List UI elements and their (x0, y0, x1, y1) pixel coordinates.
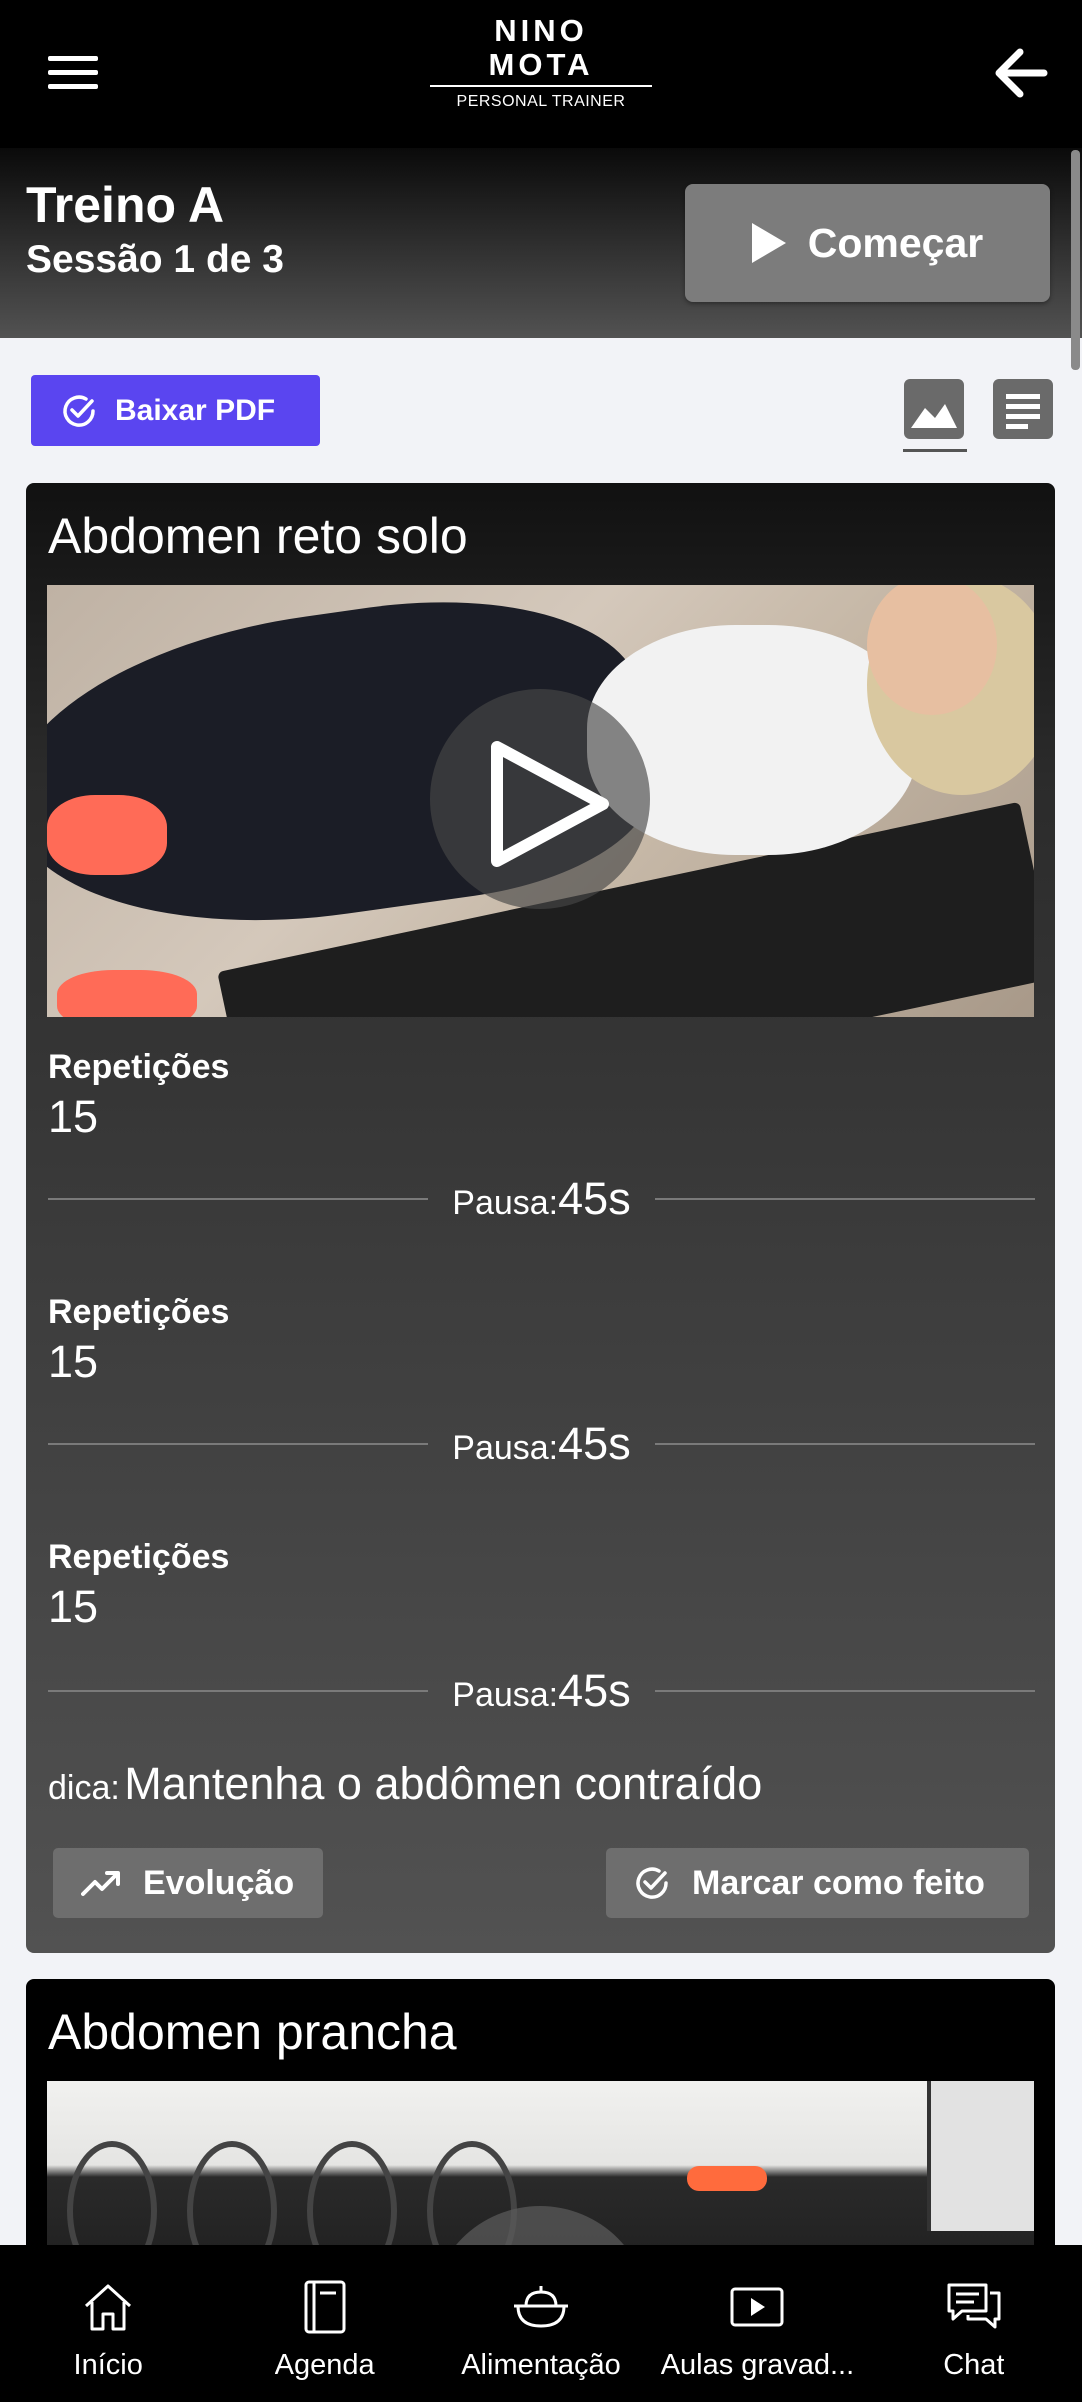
food-bowl-icon (512, 2277, 570, 2337)
pause-label: Pausa: (452, 1676, 559, 1714)
reps-value: 15 (48, 1581, 99, 1632)
mark-done-button[interactable]: Marcar como feito (606, 1848, 1029, 1918)
pause-row: Pausa:45s (48, 1173, 1035, 1224)
pause-value: 45s (558, 1665, 631, 1716)
nav-item-label: Chat (943, 2349, 1005, 2381)
video-play-button[interactable] (430, 689, 650, 909)
nav-item-label: Agenda (274, 2349, 375, 2381)
tip-text: Mantenha o abdômen contraído (124, 1758, 763, 1809)
mark-done-label: Marcar como feito (692, 1863, 985, 1902)
tip: dica: Mantenha o abdômen contraído (48, 1758, 762, 1810)
brand-logo: NINO MOTA PERSONAL TRAINER (430, 14, 652, 111)
evolution-button[interactable]: Evolução (53, 1848, 323, 1918)
exercise-title: Abdomen reto solo (48, 508, 468, 564)
reps-value: 15 (48, 1336, 99, 1387)
download-pdf-button[interactable]: Baixar PDF (31, 375, 320, 446)
pause-value: 45s (558, 1173, 631, 1224)
pause-value: 45s (558, 1418, 631, 1469)
pause-label: Pausa: (452, 1429, 559, 1467)
reps-value: 15 (48, 1091, 99, 1142)
session-subtitle: Sessão 1 de 3 (26, 238, 284, 281)
bottom-navigation: Início Agenda Alimentação Aulas gravad..… (0, 2245, 1082, 2402)
chat-icon (946, 2277, 1002, 2337)
app-screen: NINO MOTA PERSONAL TRAINER Treino A Sess… (0, 0, 1082, 2402)
start-button-label: Começar (807, 219, 984, 266)
play-icon (751, 223, 786, 263)
exercise-video-thumbnail[interactable] (47, 585, 1034, 1017)
active-view-indicator (903, 449, 967, 452)
nav-item-label: Aulas gravad... (660, 2349, 855, 2381)
brand-line-2: MOTA (488, 47, 594, 82)
top-bar: NINO MOTA PERSONAL TRAINER (0, 0, 1082, 148)
menu-icon[interactable] (48, 56, 98, 90)
brand-tagline: PERSONAL TRAINER (456, 93, 626, 110)
notebook-icon (302, 2277, 348, 2337)
nav-item-alimentacao[interactable]: Alimentação (433, 2245, 649, 2402)
back-arrow-icon[interactable] (994, 48, 1048, 98)
reps-label: Repetições (48, 1293, 230, 1331)
nav-item-label: Início (73, 2349, 143, 2381)
exercise-title: Abdomen prancha (48, 2004, 457, 2060)
evolution-button-label: Evolução (143, 1863, 295, 1902)
session-title: Treino A (26, 177, 225, 233)
reps-label: Repetições (48, 1538, 230, 1576)
reps-label: Repetições (48, 1048, 230, 1086)
nav-item-agenda[interactable]: Agenda (216, 2245, 432, 2402)
brand-divider (430, 85, 652, 87)
session-header: Treino A Sessão 1 de 3 Começar (0, 148, 1082, 338)
start-button[interactable]: Começar (685, 184, 1050, 302)
pause-row: Pausa:45s (48, 1665, 1035, 1716)
check-circle-icon (63, 394, 95, 427)
nav-item-chat[interactable]: Chat (866, 2245, 1082, 2402)
exercise-card: Abdomen reto solo Repetições 15 Pausa:45… (26, 483, 1055, 1953)
video-play-icon (729, 2277, 785, 2337)
pause-row: Pausa:45s (48, 1418, 1035, 1469)
nav-item-inicio[interactable]: Início (0, 2245, 216, 2402)
home-icon (81, 2277, 135, 2337)
download-pdf-label: Baixar PDF (115, 393, 276, 427)
pause-label: Pausa: (452, 1184, 559, 1222)
list-view-icon[interactable] (992, 378, 1054, 440)
check-circle-icon (636, 1867, 668, 1899)
nav-item-aulas-gravadas[interactable]: Aulas gravad... (649, 2245, 865, 2402)
image-view-icon[interactable] (903, 378, 965, 440)
tip-label: dica: (48, 1769, 120, 1807)
scrollbar[interactable] (1071, 150, 1080, 370)
brand-line-1: NINO (494, 13, 588, 48)
nav-item-label: Alimentação (461, 2349, 621, 2381)
trending-up-icon (81, 1871, 120, 1896)
